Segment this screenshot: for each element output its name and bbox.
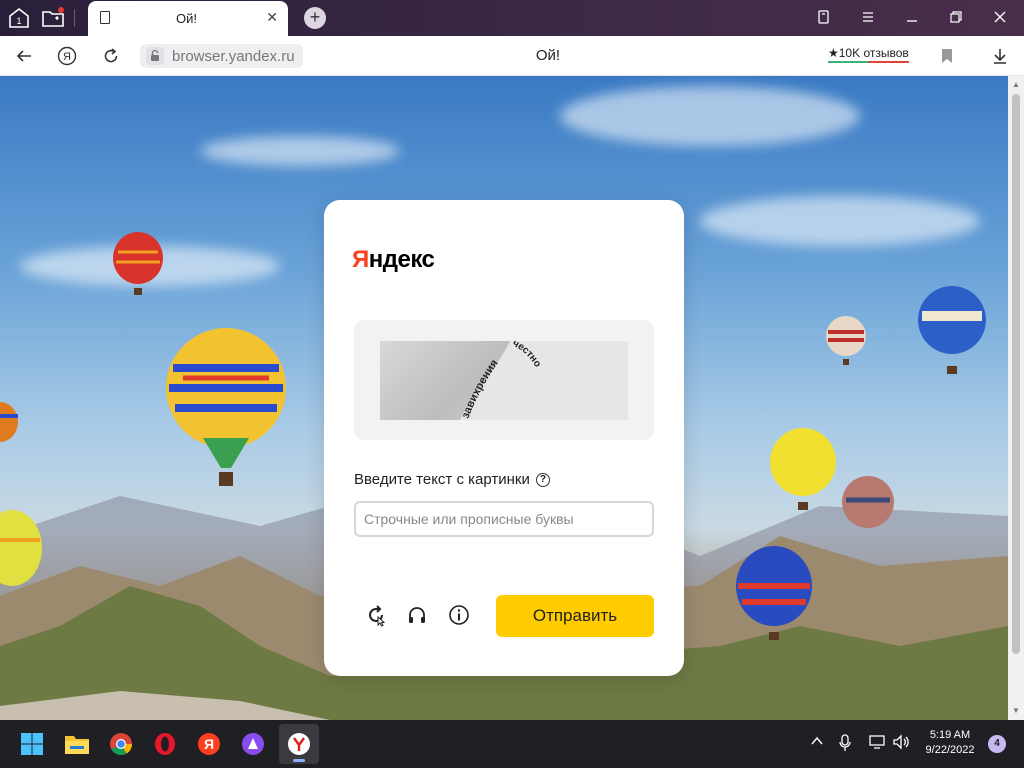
file-explorer-icon[interactable]: [63, 730, 91, 758]
download-icon[interactable]: [989, 45, 1011, 67]
scrollbar-thumb[interactable]: [1012, 94, 1020, 654]
yandex-logo: Яндекс: [352, 246, 435, 273]
scroll-down-arrow-icon[interactable]: ▼: [1012, 706, 1020, 715]
active-tab[interactable]: Ой! ✕: [88, 1, 288, 36]
windows-taskbar: Я 5:19 AM 9/22/2022 4: [0, 720, 1024, 768]
menu-icon[interactable]: [860, 9, 876, 28]
reviews-badge[interactable]: ★10K отзывов: [828, 46, 909, 63]
refresh-captcha-icon[interactable]: [364, 603, 388, 627]
yandex-browser-icon[interactable]: [285, 730, 313, 758]
browser-title-bar: 1 Ой! ✕ +: [0, 0, 1024, 36]
clock-date: 9/22/2022: [925, 744, 975, 756]
alice-icon[interactable]: [239, 730, 267, 758]
captcha-input[interactable]: [354, 501, 654, 537]
network-icon[interactable]: [868, 734, 886, 753]
tab-title: Ой!: [176, 11, 197, 26]
system-clock[interactable]: 5:19 AM 9/22/2022: [920, 728, 980, 758]
close-window-icon[interactable]: [992, 9, 1008, 28]
info-icon[interactable]: [447, 603, 471, 627]
restore-icon[interactable]: [948, 9, 964, 28]
chrome-icon[interactable]: [107, 730, 135, 758]
minimize-icon[interactable]: [904, 9, 920, 28]
collections-icon[interactable]: [816, 9, 832, 28]
captcha-box: завихрения честно: [354, 320, 654, 440]
captcha-card: Яндекс завихрения честно Введите текст с…: [324, 200, 684, 676]
volume-icon[interactable]: [892, 734, 910, 753]
captcha-image: завихрения честно: [380, 341, 628, 420]
address-bar: Я browser.yandex.ru Ой! ★10K отзывов: [0, 36, 1024, 76]
svg-text:Я: Я: [204, 736, 214, 752]
folder-tabs-icon[interactable]: [40, 5, 66, 31]
notification-badge[interactable]: 4: [988, 735, 1006, 753]
opera-icon[interactable]: [151, 730, 179, 758]
page-icon: [100, 11, 110, 24]
new-tab-button[interactable]: +: [304, 7, 326, 29]
svg-text:1: 1: [16, 16, 21, 26]
captcha-prompt-label: Введите текст с картинки: [354, 471, 530, 488]
audio-captcha-icon[interactable]: [405, 603, 429, 627]
help-icon[interactable]: ?: [535, 472, 550, 487]
tab-divider: [74, 9, 75, 27]
yandex-app-icon[interactable]: Я: [195, 730, 223, 758]
microphone-icon[interactable]: [838, 734, 852, 755]
bookmark-icon[interactable]: [936, 45, 958, 67]
captcha-prompt: Введите текст с картинки ?: [354, 471, 550, 488]
close-tab-icon[interactable]: ✕: [266, 9, 278, 26]
home-tabs-icon[interactable]: 1: [6, 5, 32, 31]
show-hidden-icons-chevron-icon[interactable]: [810, 734, 824, 751]
submit-button[interactable]: Отправить: [496, 595, 654, 637]
clock-time: 5:19 AM: [929, 729, 971, 741]
page-scrollbar[interactable]: ▲ ▼: [1008, 76, 1024, 720]
scroll-up-arrow-icon[interactable]: ▲: [1012, 80, 1020, 89]
start-menu-icon[interactable]: [18, 730, 46, 758]
